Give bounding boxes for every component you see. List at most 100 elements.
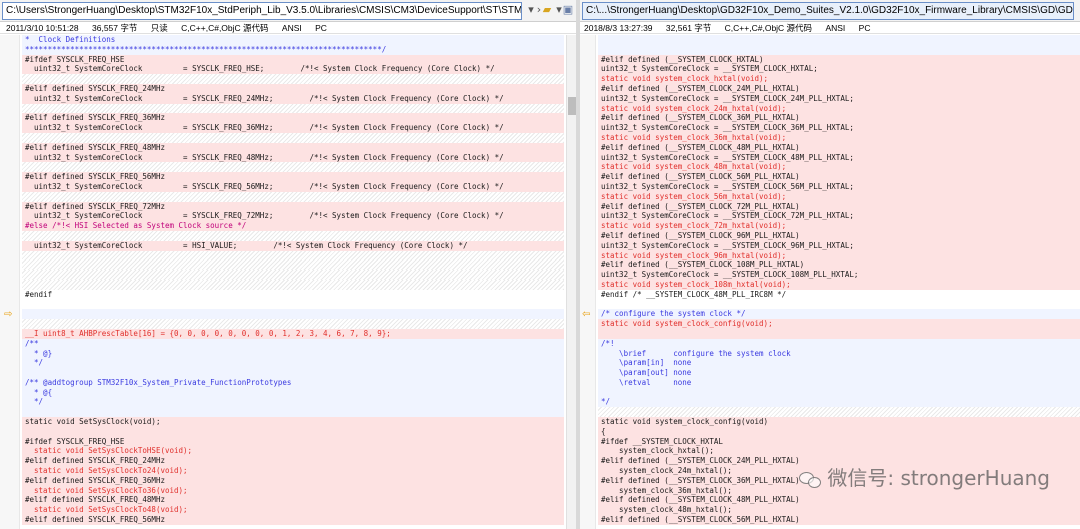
code-line[interactable]: uint32_t SystemCoreClock = SYSCLK_FREQ_7…	[22, 211, 564, 222]
code-line[interactable]: #elif defined (__SYSTEM_CLOCK_36M_PLL_HX…	[598, 113, 1080, 124]
code-line[interactable]: #elif defined (__SYSTEM_CLOCK_HXTAL)	[598, 54, 1080, 65]
left-code-view[interactable]: * Clock Definitions *********************…	[22, 35, 564, 525]
code-line[interactable]: \retval none	[598, 377, 1080, 388]
code-line[interactable]: system_clock_48m_hxtal();	[598, 505, 1080, 516]
left-scrollbar-thumb[interactable]	[568, 97, 576, 115]
code-line[interactable]: #elif defined (__SYSTEM_CLOCK_96M_PLL_HX…	[598, 230, 1080, 241]
code-line[interactable]: /** @addtogroup STM32F10x_System_Private…	[22, 377, 564, 388]
code-line[interactable]: #elif defined SYSCLK_FREQ_48MHz	[22, 495, 564, 506]
code-line[interactable]	[22, 103, 564, 114]
code-line[interactable]: #elif defined SYSCLK_FREQ_48MHz	[22, 142, 564, 153]
right-file-path-input[interactable]: C:\...\StrongerHuang\Desktop\GD32F10x_De…	[582, 2, 1074, 20]
code-line[interactable]: #elif defined (__SYSTEM_CLOCK_72M_PLL_HX…	[598, 201, 1080, 212]
code-line[interactable]	[598, 299, 1080, 310]
code-line[interactable]: uint32_t SystemCoreClock = SYSCLK_FREQ_4…	[22, 152, 564, 163]
arrow-marker-icon[interactable]: ⇨	[4, 309, 12, 320]
code-line[interactable]: * Clock Definitions	[22, 35, 564, 45]
code-line[interactable]: /**	[22, 338, 564, 349]
code-line[interactable]: static void SetSysClockToHSE(void);	[22, 446, 564, 457]
code-line[interactable]: */	[22, 397, 564, 408]
code-line[interactable]: static void SetSysClockTo24(void);	[22, 466, 564, 476]
code-line[interactable]: \brief configure the system clock	[598, 348, 1080, 359]
code-line[interactable]	[598, 44, 1080, 55]
code-line[interactable]: #elif defined SYSCLK_FREQ_24MHz	[22, 83, 564, 94]
code-line[interactable]: uint32_t SystemCoreClock = __SYSTEM_CLOC…	[598, 93, 1080, 104]
code-line[interactable]: static void system_clock_24m_hxtal(void)…	[598, 103, 1080, 114]
code-line[interactable]: uint32_t SystemCoreClock = SYSCLK_FREQ_3…	[22, 123, 564, 133]
code-line[interactable]: static void system_clock_96m_hxtal(void)…	[598, 250, 1080, 261]
code-line[interactable]: #elif defined SYSCLK_FREQ_56MHz	[22, 515, 564, 525]
code-line[interactable]: #elif defined SYSCLK_FREQ_72MHz	[22, 201, 564, 212]
left-file-path-input[interactable]: C:\Users\StrongerHuang\Desktop\STM32F10x…	[2, 2, 522, 20]
code-line[interactable]	[22, 191, 564, 202]
right-code-view[interactable]: #elif defined (__SYSTEM_CLOCK_HXTAL) uint…	[598, 35, 1080, 525]
code-line[interactable]: uint32_t SystemCoreClock = __SYSTEM_CLOC…	[598, 181, 1080, 192]
code-line[interactable]: #else /*!< HSI Selected as System Clock …	[22, 221, 564, 231]
code-line[interactable]	[22, 368, 564, 378]
code-line[interactable]: {	[598, 426, 1080, 437]
code-line[interactable]: static void system_clock_config(void);	[598, 319, 1080, 329]
code-line[interactable]	[22, 260, 564, 271]
code-line[interactable]	[22, 309, 564, 320]
code-line[interactable]: #elif defined SYSCLK_FREQ_56MHz	[22, 172, 564, 182]
left-scrollbar[interactable]	[566, 35, 576, 529]
code-line[interactable]: static void SetSysClock(void);	[22, 417, 564, 427]
code-line[interactable]: uint32_t SystemCoreClock = __SYSTEM_CLOC…	[598, 64, 1080, 75]
code-line[interactable]: #elif defined (__SYSTEM_CLOCK_48M_PLL_HX…	[598, 495, 1080, 506]
code-line[interactable]: #ifdef SYSCLK_FREQ_HSE	[22, 436, 564, 447]
code-line[interactable]: static void system_clock_36m_hxtal(void)…	[598, 132, 1080, 143]
code-line[interactable]: system_clock_hxtal();	[598, 446, 1080, 457]
code-line[interactable]: uint32_t SystemCoreClock = __SYSTEM_CLOC…	[598, 240, 1080, 251]
code-line[interactable]: __I uint8_t AHBPrescTable[16] = {0, 0, 0…	[22, 328, 564, 339]
code-line[interactable]: */	[598, 397, 1080, 408]
code-line[interactable]	[22, 407, 564, 418]
code-line[interactable]: static void system_clock_config(void)	[598, 417, 1080, 427]
code-line[interactable]: /* configure the system clock */	[598, 309, 1080, 320]
code-line[interactable]	[22, 250, 564, 261]
code-line[interactable]: \param[in] none	[598, 358, 1080, 369]
code-line[interactable]: static void system_clock_72m_hxtal(void)…	[598, 221, 1080, 231]
code-line[interactable]: static void system_clock_48m_hxtal(void)…	[598, 162, 1080, 173]
code-line[interactable]: static void system_clock_hxtal(void);	[598, 74, 1080, 84]
code-line[interactable]: uint32_t SystemCoreClock = __SYSTEM_CLOC…	[598, 211, 1080, 222]
code-line[interactable]	[598, 35, 1080, 45]
code-line[interactable]	[22, 426, 564, 437]
code-line[interactable]: #elif defined SYSCLK_FREQ_36MHz	[22, 113, 564, 124]
code-line[interactable]: \param[out] none	[598, 368, 1080, 378]
code-line[interactable]	[598, 407, 1080, 418]
code-line[interactable]	[22, 279, 564, 290]
code-line[interactable]	[22, 299, 564, 310]
arrow-marker-icon[interactable]: ⇦	[582, 309, 590, 320]
code-line[interactable]: uint32_t SystemCoreClock = __SYSTEM_CLOC…	[598, 270, 1080, 280]
code-line[interactable]: #elif defined (__SYSTEM_CLOCK_48M_PLL_HX…	[598, 142, 1080, 153]
code-line[interactable]: #endif	[22, 289, 564, 300]
code-line[interactable]: * @}	[22, 348, 564, 359]
code-line[interactable]: uint32_t SystemCoreClock = __SYSTEM_CLOC…	[598, 123, 1080, 133]
code-line[interactable]: uint32_t SystemCoreClock = SYSCLK_FREQ_2…	[22, 93, 564, 104]
code-line[interactable]: * @{	[22, 387, 564, 398]
code-line[interactable]: #ifdef __SYSTEM_CLOCK_HXTAL	[598, 436, 1080, 447]
code-line[interactable]: uint32_t SystemCoreClock = __SYSTEM_CLOC…	[598, 152, 1080, 163]
code-line[interactable]	[22, 74, 564, 84]
code-line[interactable]	[22, 270, 564, 280]
code-line[interactable]: static void system_clock_56m_hxtal(void)…	[598, 191, 1080, 202]
save-icon[interactable]: ▣	[561, 3, 575, 17]
code-line[interactable]	[22, 162, 564, 173]
code-line[interactable]	[22, 132, 564, 143]
code-line[interactable]: #ifdef SYSCLK_FREQ_HSE	[22, 54, 564, 65]
code-line[interactable]: /*!	[598, 338, 1080, 349]
code-line[interactable]	[22, 319, 564, 329]
code-line[interactable]: #elif defined SYSCLK_FREQ_36MHz	[22, 475, 564, 486]
code-line[interactable]: #endif /* __SYSTEM_CLOCK_48M_PLL_IRC8M *…	[598, 289, 1080, 300]
code-line[interactable]: #elif defined (__SYSTEM_CLOCK_108M_PLL_H…	[598, 260, 1080, 271]
code-line[interactable]: uint32_t SystemCoreClock = HSI_VALUE; /*…	[22, 240, 564, 251]
code-line[interactable]: ****************************************…	[22, 44, 564, 55]
code-line[interactable]: uint32_t SystemCoreClock = SYSCLK_FREQ_H…	[22, 64, 564, 75]
code-line[interactable]: #elif defined SYSCLK_FREQ_24MHz	[22, 456, 564, 467]
code-line[interactable]: static void system_clock_108m_hxtal(void…	[598, 279, 1080, 290]
code-line[interactable]: uint32_t SystemCoreClock = SYSCLK_FREQ_5…	[22, 181, 564, 192]
code-line[interactable]	[22, 230, 564, 241]
code-line[interactable]	[598, 387, 1080, 398]
code-line[interactable]: */	[22, 358, 564, 369]
code-line[interactable]: static void SetSysClockTo36(void);	[22, 485, 564, 496]
